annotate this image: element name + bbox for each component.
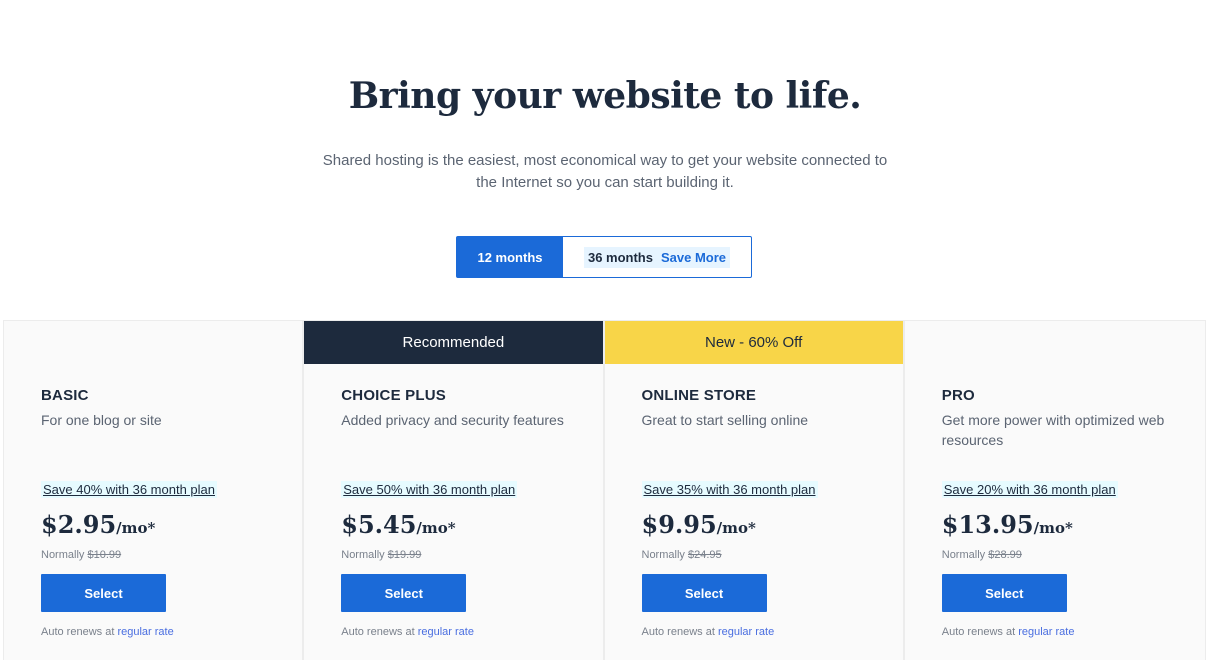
price-unit: /mo* xyxy=(1033,519,1073,537)
select-basic-button[interactable]: Select xyxy=(41,574,166,612)
regular-rate-link[interactable]: regular rate xyxy=(1018,626,1074,638)
normal-price: Normally $19.99 xyxy=(341,549,421,561)
regular-rate-link[interactable]: regular rate xyxy=(117,626,173,638)
auto-renew-text: Auto renews at xyxy=(641,626,715,638)
term-36-label: 36 months xyxy=(587,249,653,265)
normally-label: Normally xyxy=(341,549,385,561)
price-unit: /mo* xyxy=(116,519,156,537)
save-more-label: Save More xyxy=(660,249,727,265)
auto-renew-note: Auto renews at regular rate xyxy=(642,626,775,638)
original-price: $10.99 xyxy=(87,549,122,561)
normal-price: Normally $28.99 xyxy=(942,549,1022,561)
term-option-36-months[interactable]: 36 months Save More xyxy=(563,237,751,277)
save-36-month-link[interactable]: Save 40% with 36 month plan xyxy=(41,481,217,498)
recommended-banner: Recommended xyxy=(304,321,603,364)
save-36-month-link[interactable]: Save 35% with 36 month plan xyxy=(641,481,818,498)
plan-description: Added privacy and security features xyxy=(341,412,564,428)
pricing-page: Bring your website to life. Shared hosti… xyxy=(0,0,1210,660)
plan-price: $13.95/mo* xyxy=(942,510,1073,539)
auto-renew-note: Auto renews at regular rate xyxy=(41,626,174,638)
auto-renew-text: Auto renews at xyxy=(341,626,415,638)
plan-header: ONLINE STORE Great to start selling onli… xyxy=(642,387,883,450)
normal-price: Normally $24.95 xyxy=(642,549,722,561)
plan-header: CHOICE PLUS Added privacy and security f… xyxy=(341,387,582,450)
plan-price: $5.45/mo* xyxy=(341,510,455,539)
plan-header: PRO Get more power with optimized web re… xyxy=(942,387,1185,450)
term-option-36-content: 36 months Save More xyxy=(583,246,731,268)
page-title: Bring your website to life. xyxy=(348,75,862,117)
plan-card-online-store: New - 60% Off ONLINE STORE Great to star… xyxy=(604,321,905,660)
plan-card-pro: PRO Get more power with optimized web re… xyxy=(904,321,1205,660)
original-price: $28.99 xyxy=(988,549,1022,561)
original-price: $19.99 xyxy=(387,549,422,561)
select-pro-button[interactable]: Select xyxy=(941,574,1067,612)
normally-label: Normally xyxy=(41,549,85,561)
save-36-month-link[interactable]: Save 20% with 36 month plan xyxy=(941,481,1118,498)
auto-renew-note: Auto renews at regular rate xyxy=(341,626,474,638)
plan-description: For one blog or site xyxy=(41,412,162,428)
term-option-12-months[interactable]: 12 months xyxy=(457,237,563,277)
plan-price: $9.95/mo* xyxy=(642,510,756,539)
plan-name: CHOICE PLUS xyxy=(341,387,446,404)
subtitle-line-2: the Internet so you can start building i… xyxy=(476,174,734,191)
page-subtitle: Shared hosting is the easiest, most econ… xyxy=(255,150,955,194)
plan-header: BASIC For one blog or site xyxy=(41,387,282,450)
discount-banner: New - 60% Off xyxy=(604,321,903,364)
price-amount: $5.45 xyxy=(341,510,417,539)
price-unit: /mo* xyxy=(416,519,456,537)
plan-description: Great to start selling online xyxy=(641,412,809,428)
plan-price: $2.95/mo* xyxy=(41,510,155,539)
plan-name: BASIC xyxy=(41,387,89,404)
normal-price: Normally $10.99 xyxy=(41,549,121,561)
auto-renew-note: Auto renews at regular rate xyxy=(942,626,1075,638)
auto-renew-text: Auto renews at xyxy=(41,626,115,638)
plan-card-basic: BASIC For one blog or site Save 40% with… xyxy=(4,321,305,660)
select-online-store-button[interactable]: Select xyxy=(641,574,767,612)
save-36-month-link[interactable]: Save 50% with 36 month plan xyxy=(341,481,518,498)
price-amount: $2.95 xyxy=(41,510,117,539)
price-amount: $9.95 xyxy=(641,510,717,539)
billing-term-toggle: 12 months 36 months Save More xyxy=(456,236,752,278)
plan-cards: BASIC For one blog or site Save 40% with… xyxy=(3,320,1206,660)
plan-description: Get more power with optimized web resour… xyxy=(941,412,1165,448)
plan-name: ONLINE STORE xyxy=(641,387,757,404)
normally-label: Normally xyxy=(941,549,986,561)
regular-rate-link[interactable]: regular rate xyxy=(718,626,774,638)
original-price: $24.95 xyxy=(687,549,722,561)
plan-name: PRO xyxy=(941,387,975,404)
select-choice-plus-button[interactable]: Select xyxy=(341,574,467,612)
price-unit: /mo* xyxy=(716,519,756,537)
price-amount: $13.95 xyxy=(941,510,1034,539)
plan-card-choice-plus: Recommended CHOICE PLUS Added privacy an… xyxy=(304,321,605,660)
auto-renew-text: Auto renews at xyxy=(941,626,1016,638)
regular-rate-link[interactable]: regular rate xyxy=(418,626,474,638)
subtitle-line-1: Shared hosting is the easiest, most econ… xyxy=(322,152,888,169)
normally-label: Normally xyxy=(641,549,685,561)
